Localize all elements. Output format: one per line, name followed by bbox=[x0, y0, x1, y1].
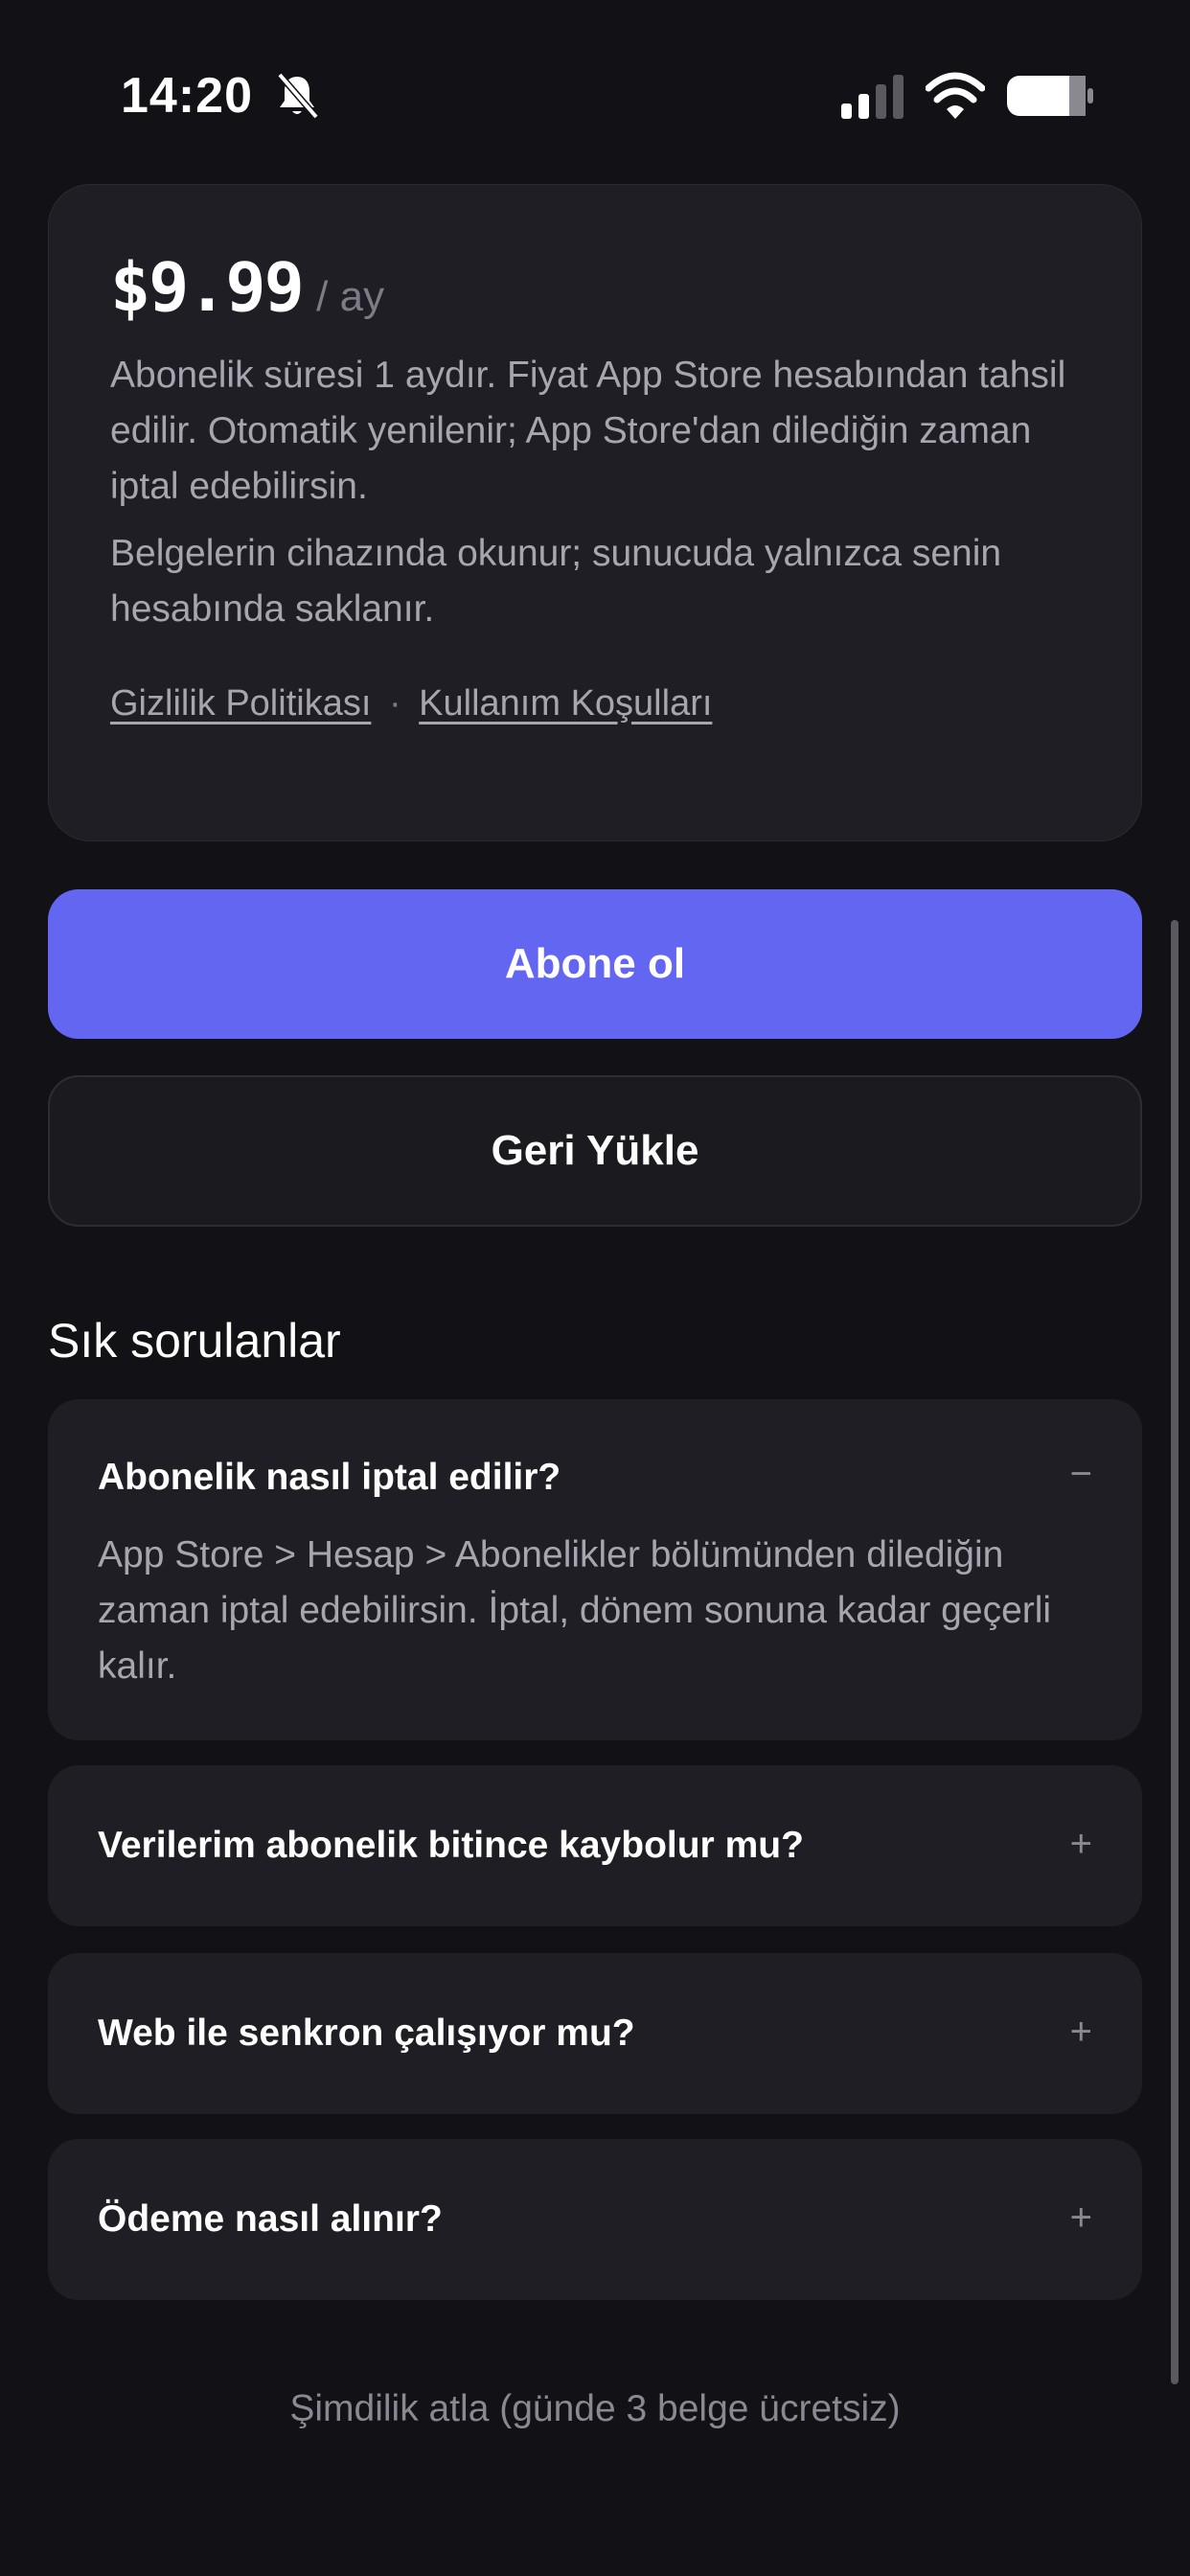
status-bar: 14:20 bbox=[0, 0, 1190, 182]
price-row: $9.99 / ay bbox=[110, 248, 384, 327]
scrollbar[interactable] bbox=[1171, 920, 1179, 2384]
expand-icon[interactable]: + bbox=[1070, 2196, 1092, 2240]
status-time: 14:20 bbox=[121, 68, 253, 124]
faq-item-payment[interactable]: Ödeme nasıl alınır? + bbox=[48, 2139, 1142, 2300]
collapse-icon[interactable]: − bbox=[1070, 1453, 1092, 1496]
faq-question[interactable]: Web ile senkron çalışıyor mu? bbox=[98, 2012, 635, 2055]
price-amount: $9.99 bbox=[110, 248, 305, 327]
faq-item-data-loss[interactable]: Verilerim abonelik bitince kaybolur mu? … bbox=[48, 1765, 1142, 1926]
restore-purchases-button[interactable]: Geri Yükle bbox=[48, 1075, 1142, 1227]
pricing-card: $9.99 / ay Abonelik süresi 1 aydır. Fiya… bbox=[48, 184, 1142, 841]
subscription-description: Abonelik süresi 1 aydır. Fiyat App Store… bbox=[110, 355, 1066, 507]
faq-question[interactable]: Abonelik nasıl iptal edilir? bbox=[98, 1457, 561, 1499]
faq-item-cancel[interactable]: Abonelik nasıl iptal edilir? − App Store… bbox=[48, 1399, 1142, 1740]
skip-for-now-link[interactable]: Şimdilik atla (günde 3 belge ücretsiz) bbox=[0, 2388, 1190, 2430]
subscribe-button[interactable]: Abone ol bbox=[48, 889, 1142, 1039]
faq-answer: App Store > Hesap > Abonelikler bölümünd… bbox=[98, 1534, 1052, 1687]
legal-links: Gizlilik Politikası · Kullanım Koşulları bbox=[110, 683, 712, 724]
expand-icon[interactable]: + bbox=[1070, 2011, 1092, 2054]
faq-item-web-sync[interactable]: Web ile senkron çalışıyor mu? + bbox=[48, 1953, 1142, 2114]
price-period: / ay bbox=[316, 273, 385, 320]
bell-slash-icon bbox=[277, 72, 319, 120]
terms-of-use-link[interactable]: Kullanım Koşulları bbox=[419, 683, 712, 724]
faq-question[interactable]: Ödeme nasıl alınır? bbox=[98, 2198, 443, 2241]
cellular-signal-icon bbox=[841, 75, 904, 119]
wifi-icon bbox=[926, 72, 985, 119]
faq-question[interactable]: Verilerim abonelik bitince kaybolur mu? bbox=[98, 1825, 804, 1867]
battery-icon bbox=[1007, 76, 1093, 116]
faq-title: Sık sorulanlar bbox=[48, 1314, 341, 1368]
expand-icon[interactable]: + bbox=[1070, 1823, 1092, 1866]
privacy-note: Belgelerin cihazında okunur; sunucuda ya… bbox=[110, 533, 1002, 630]
link-separator: · bbox=[388, 683, 401, 724]
privacy-policy-link[interactable]: Gizlilik Politikası bbox=[110, 683, 371, 724]
